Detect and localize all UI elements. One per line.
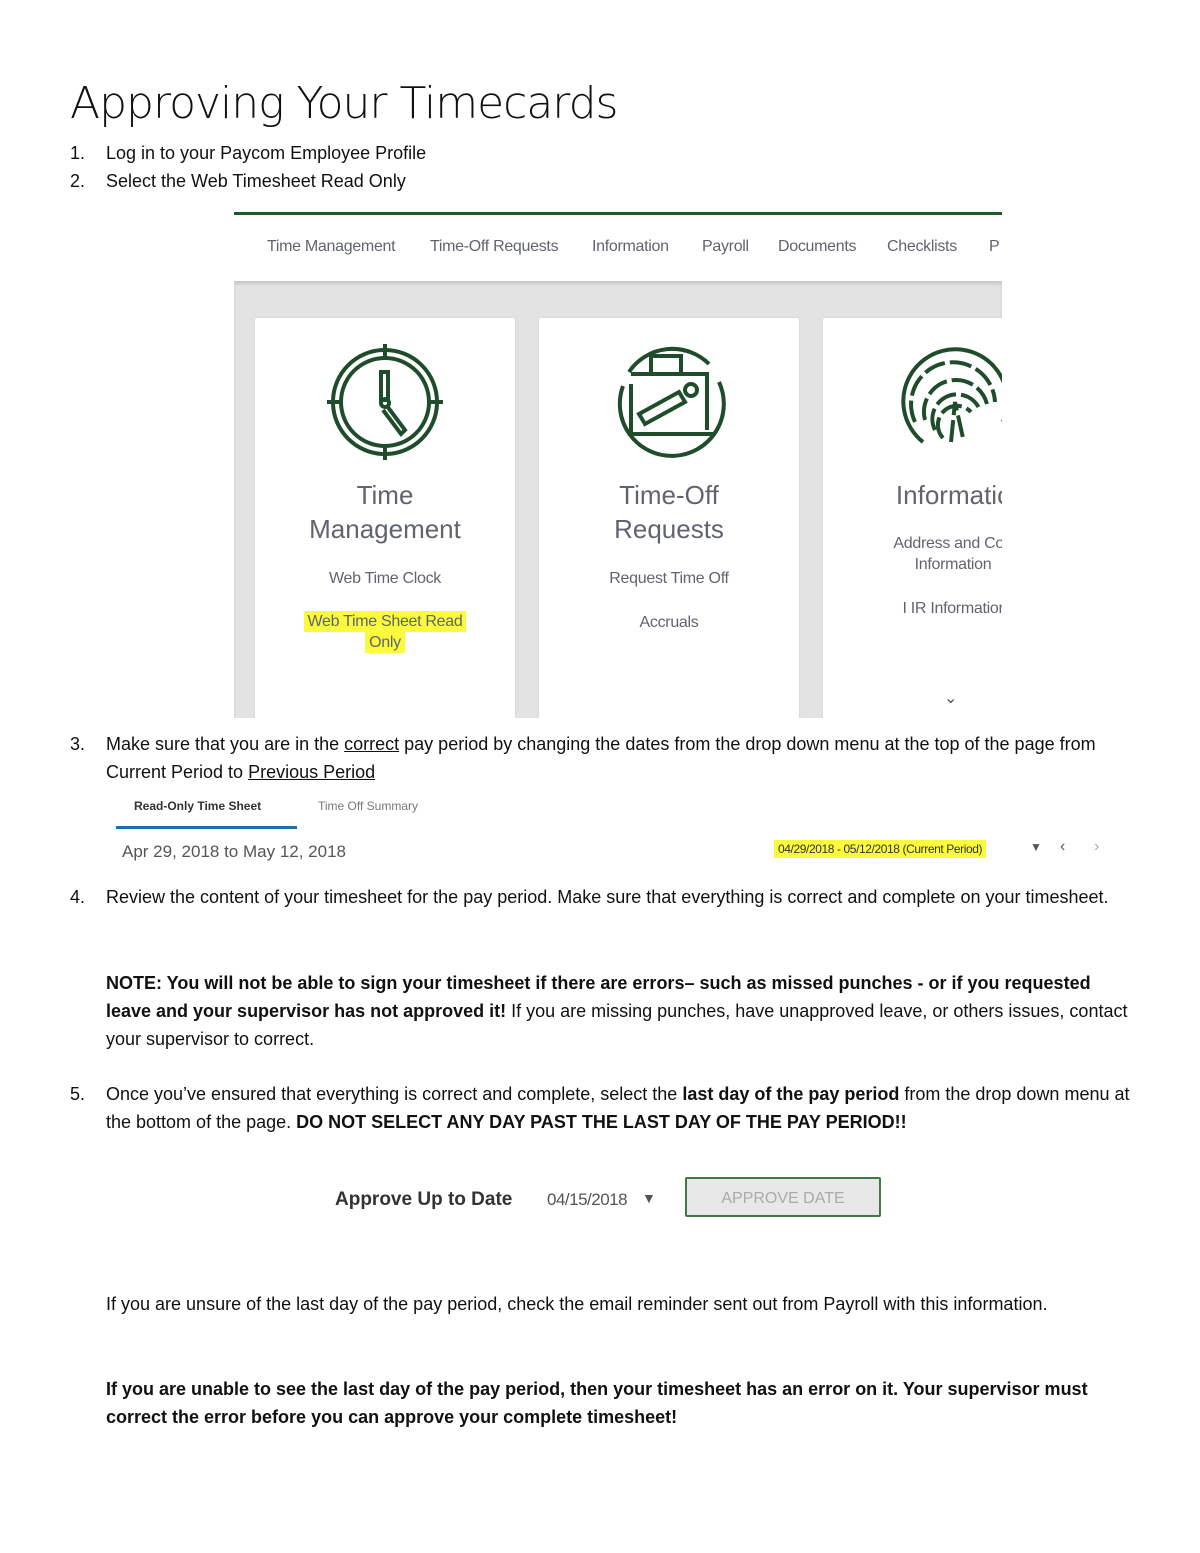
bold-text: DO NOT SELECT ANY DAY PAST THE LAST DAY … [296, 1112, 907, 1132]
date-range: Apr 29, 2018 to May 12, 2018 [122, 842, 346, 861]
link-web-time-sheet-read-only[interactable]: Web Time Sheet Read Only [255, 611, 515, 653]
card-title-line: Time-Off [619, 480, 719, 510]
tab-time-off-summary[interactable]: Time Off Summary [318, 799, 418, 813]
approve-date-select[interactable]: 04/15/2018 [547, 1190, 628, 1210]
link-text: Information [914, 556, 992, 573]
caret-down-icon[interactable]: ▼ [642, 1190, 656, 1206]
pay-period-select[interactable]: 04/29/2018 - 05/12/2018 (Current Period) [774, 840, 987, 858]
step-number: 5. [70, 1084, 86, 1104]
step-5: 5. Once you’ve ensured that everything i… [70, 1080, 1130, 1136]
card-time-off-requests[interactable]: Time-Off Requests Request Time Off Accru… [539, 318, 799, 718]
step-text: Log in to your Paycom Employee Profile [106, 143, 427, 163]
text-segment: Make sure that you are in the [106, 734, 345, 754]
main-nav: Time Management Time-Off Requests Inform… [234, 215, 1002, 281]
card-title-line: Informatic [895, 480, 1002, 510]
step-number: 1. [70, 143, 86, 163]
step-3: 3. Make sure that you are in the correct… [70, 730, 1130, 786]
link-request-time-off[interactable]: Request Time Off [539, 568, 799, 589]
card-title: Time Management [255, 478, 515, 546]
bold-text: last day of the pay period [682, 1084, 900, 1104]
step-4: 4. Review the content of your timesheet … [70, 883, 1130, 911]
step-1: 1. Log in to your Paycom Employee Profil… [70, 139, 426, 167]
dashboard-screenshot: Time Management Time-Off Requests Inform… [234, 212, 1002, 718]
page-title: Approving Your Timecards [70, 78, 618, 129]
chevron-down-icon[interactable]: ⌄ [944, 688, 957, 708]
approve-label: Approve Up to Date [335, 1189, 513, 1210]
card-title-line: Management [309, 514, 461, 544]
note-paragraph: NOTE: You will not be able to sign your … [106, 969, 1136, 1053]
nav-payroll[interactable]: Payroll [702, 238, 749, 256]
suitcase-icon [617, 346, 726, 458]
nav-documents[interactable]: Documents [778, 238, 857, 256]
step-text: Select the Web Timesheet Read Only [106, 171, 406, 191]
underlined-text: Previous Period [248, 762, 376, 782]
card-information[interactable]: Informatic Address and Con Information I… [823, 318, 1002, 718]
nav-checklists[interactable]: Checklists [887, 238, 957, 256]
step-number: 3. [70, 734, 86, 754]
highlighted-link-text: Web Time Sheet Read [303, 611, 467, 632]
card-title: Time-Off Requests [539, 478, 799, 546]
link-hr-information[interactable]: I IR Informatior [823, 598, 1002, 619]
highlighted-link-text: Only [365, 632, 405, 653]
chevron-right-icon[interactable]: › [1094, 838, 1099, 856]
nav-time-management[interactable]: Time Management [267, 238, 396, 256]
link-address-and-contact[interactable]: Address and Con Information [823, 533, 1002, 575]
active-tab-indicator [116, 826, 297, 829]
step-text: Once you’ve ensured that everything is c… [106, 1080, 1130, 1136]
caret-down-icon[interactable]: ▼ [1030, 840, 1042, 854]
nav-more[interactable]: P [989, 238, 1000, 256]
card-title-line: Time [356, 480, 414, 510]
error-paragraph: If you are unable to see the last day of… [106, 1379, 1088, 1427]
approve-screenshot: Approve Up to Date 04/15/2018 ▼ APPROVE … [330, 1170, 890, 1226]
underlined-text: correct [344, 734, 400, 754]
document-page: Approving Your Timecards 1. Log in to yo… [0, 0, 1200, 1553]
step-number: 4. [70, 887, 86, 907]
nav-time-off-requests[interactable]: Time-Off Requests [430, 238, 559, 256]
card-time-management[interactable]: Time Management Web Time Clock Web Time … [255, 318, 515, 718]
unsure-paragraph: If you are unsure of the last day of the… [106, 1294, 1048, 1314]
card-title-line: Requests [614, 514, 724, 544]
step-text: Review the content of your timesheet for… [106, 887, 1109, 907]
timesheet-header-screenshot: Read-Only Time Sheet Time Off Summary Ap… [110, 795, 1120, 870]
text-segment: Once you’ve ensured that everything is c… [106, 1084, 683, 1104]
link-web-time-clock[interactable]: Web Time Clock [255, 568, 515, 589]
approve-date-button[interactable]: APPROVE DATE [685, 1177, 881, 1217]
link-accruals[interactable]: Accruals [539, 612, 799, 633]
clock-icon [327, 344, 443, 460]
step-number: 2. [70, 171, 86, 191]
chevron-left-icon[interactable]: ‹ [1060, 838, 1065, 856]
step-2: 2. Select the Web Timesheet Read Only [70, 167, 406, 195]
nav-information[interactable]: Information [592, 238, 669, 256]
fingerprint-icon [901, 347, 1002, 444]
link-text: Address and Con [893, 535, 1002, 552]
tab-read-only-time-sheet[interactable]: Read-Only Time Sheet [134, 799, 261, 813]
card-title: Informatic [823, 478, 1002, 512]
step-text: Make sure that you are in the correct pa… [106, 730, 1130, 786]
